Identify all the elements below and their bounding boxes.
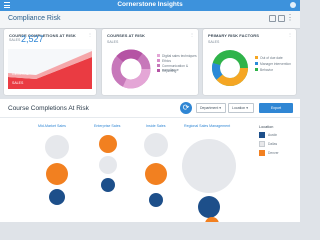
inside-sales-column <box>144 133 168 207</box>
primary-risk-factors-card[interactable]: PRIMARY RISK FACTORS ⋮ SALES Out of due … <box>203 29 296 95</box>
app-title: Cornerstone Insights <box>117 1 183 8</box>
regional-sales-column <box>182 139 236 222</box>
bubble-austin <box>198 196 220 218</box>
copy-icon[interactable] <box>269 15 276 22</box>
bubble-chart <box>45 133 236 222</box>
legend-label-denver: Denver <box>268 151 279 155</box>
bubble-austin <box>49 189 65 205</box>
more-icon[interactable]: ⋮ <box>190 32 194 37</box>
department-dropdown[interactable]: Department ▾ <box>196 103 226 113</box>
bubble-dallas <box>45 135 69 159</box>
dropdown-label: Department <box>200 106 219 110</box>
card-sublabel: SALES <box>208 40 220 44</box>
legend-title: Location <box>259 125 274 129</box>
column-label: Inside Sales <box>146 124 166 128</box>
mid-market-column <box>45 135 69 205</box>
bubble-dallas <box>99 156 117 174</box>
courses-legend: Digital sales techniques Ethics Communic… <box>157 54 197 74</box>
bar-label-2: SALES <box>12 81 24 85</box>
column-label: Regional Sales Management <box>184 124 231 128</box>
bubble-austin <box>149 193 163 207</box>
card-title: COURSES AT RISK <box>107 33 145 38</box>
legend-label: Out of due date <box>260 55 283 60</box>
courses-donut-chart <box>111 49 151 89</box>
legend-swatch-austin <box>259 132 265 138</box>
course-completions-card[interactable]: COURSE COMPLETIONS AT RISK ⋮ SALES 2,527… <box>4 29 96 95</box>
bubble-dallas <box>182 139 236 193</box>
page-title: Compliance Risk <box>8 15 61 22</box>
legend-swatch-dallas <box>259 141 265 147</box>
legend-item: Behavior <box>255 68 293 74</box>
course-completions-panel: Course Completions At Risk ⟳ Department … <box>0 99 300 222</box>
legend-label: Manager intervention <box>260 61 291 66</box>
legend-label-austin: Austin <box>268 133 278 137</box>
completions-value: 2,527 <box>21 34 44 44</box>
location-dropdown[interactable]: Location ▾ <box>228 103 254 113</box>
bar-label: GENERAL <box>12 72 29 76</box>
bubble-denver <box>145 163 167 185</box>
card-sublabel: SALES <box>9 38 21 42</box>
divider <box>0 117 300 118</box>
risk-factors-legend: Out of due date Manager intervention Beh… <box>255 56 293 74</box>
legend-label: Reporting <box>162 68 177 73</box>
card-title: PRIMARY RISK FACTORS <box>208 33 260 38</box>
app-title-bar: Cornerstone Insights <box>0 0 300 11</box>
column-label: Enterprise Sales <box>94 124 121 128</box>
legend-label: Ethics <box>162 58 171 63</box>
legend-label: Behavior <box>260 67 274 72</box>
column-label: Mid-Market Sales <box>38 124 66 128</box>
legend-swatch-denver <box>259 150 265 156</box>
bubble-dallas <box>144 133 168 157</box>
legend-label-dallas: Dallas <box>268 142 278 146</box>
export-button[interactable]: Export <box>259 103 293 113</box>
card-sublabel: SALES <box>107 40 119 44</box>
enterprise-column <box>99 135 117 192</box>
courses-at-risk-card[interactable]: COURSES AT RISK ⋮ SALES Digital sales te… <box>102 29 198 95</box>
bubble-austin <box>101 178 115 192</box>
refresh-icon[interactable]: ⟳ <box>180 102 192 114</box>
user-avatar[interactable] <box>290 2 296 8</box>
risk-factors-donut-chart <box>212 50 248 86</box>
more-icon[interactable]: ⋮ <box>288 32 292 37</box>
dropdown-label: Location <box>232 106 246 110</box>
page-header: Compliance Risk ⋮ <box>0 11 300 29</box>
panel-title: Course Completions At Risk <box>8 105 89 112</box>
legend-item: Reporting <box>157 69 197 74</box>
more-icon[interactable]: ⋮ <box>88 32 92 37</box>
legend-label: Digital sales techniques <box>162 53 197 58</box>
bubble-denver <box>46 163 68 185</box>
share-icon[interactable] <box>278 15 285 22</box>
bubble-denver <box>99 135 117 153</box>
more-icon[interactable]: ⋮ <box>286 13 294 22</box>
